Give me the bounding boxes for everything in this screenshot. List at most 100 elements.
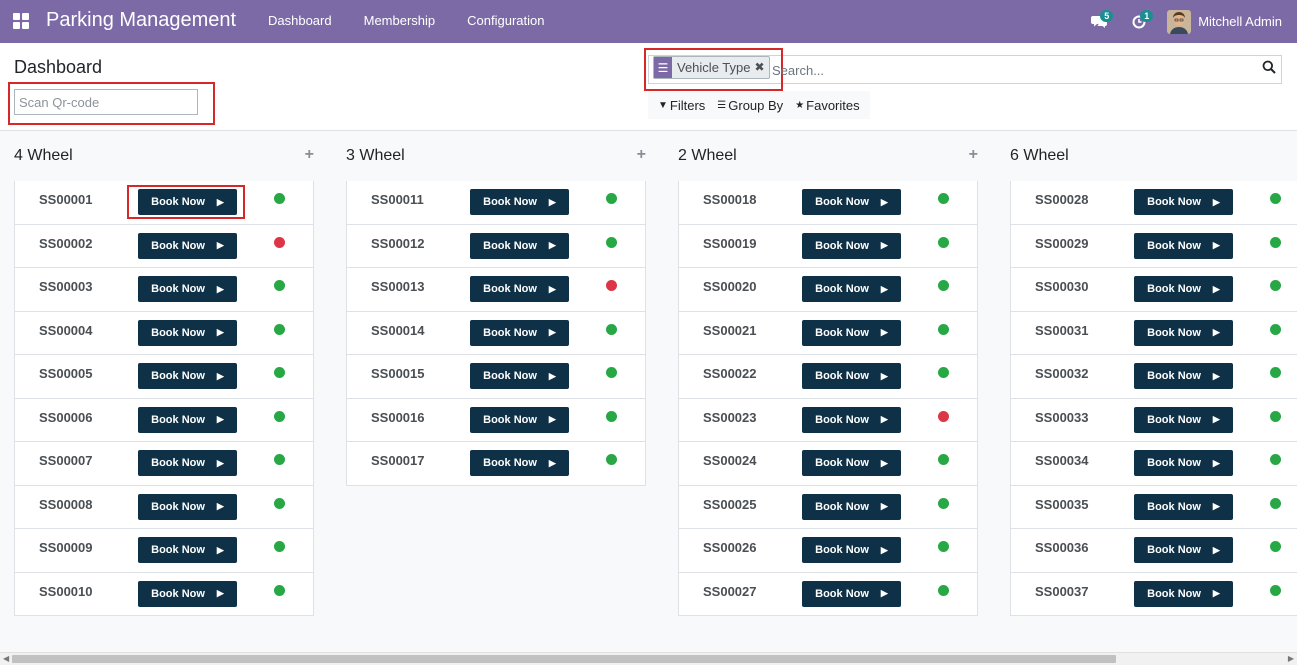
- slot-card[interactable]: SS00026 Book Now ▶: [678, 529, 978, 573]
- book-now-button[interactable]: Book Now ▶: [1134, 406, 1233, 433]
- book-now-button[interactable]: Book Now ▶: [1134, 493, 1233, 520]
- slot-card[interactable]: SS00037 Book Now ▶: [1010, 572, 1297, 616]
- column-header: 6 Wheel+: [1010, 131, 1297, 181]
- slot-name: SS00028: [1035, 192, 1089, 207]
- slot-card[interactable]: SS00022 Book Now ▶: [678, 355, 978, 399]
- book-now-button[interactable]: Book Now ▶: [470, 232, 569, 259]
- filters-button[interactable]: ▼ Filters: [652, 91, 711, 119]
- book-now-button[interactable]: Book Now ▶: [1134, 363, 1233, 389]
- slot-card[interactable]: SS00011 Book Now ▶: [346, 181, 646, 225]
- slot-card[interactable]: SS00002 Book Now ▶: [14, 224, 314, 268]
- menu-dashboard[interactable]: Dashboard: [252, 0, 348, 43]
- book-now-button[interactable]: Book Now ▶: [802, 580, 901, 607]
- slot-card[interactable]: SS00007 Book Now ▶: [14, 442, 314, 486]
- book-now-button[interactable]: Book Now ▶: [470, 276, 569, 302]
- slot-card[interactable]: SS00023 Book Now ▶: [678, 398, 978, 442]
- book-now-button[interactable]: Book Now ▶: [470, 319, 569, 346]
- book-now-button[interactable]: Book Now ▶: [138, 319, 237, 346]
- book-now-button[interactable]: Book Now ▶: [802, 363, 901, 389]
- slot-card[interactable]: SS00003 Book Now ▶: [14, 268, 314, 312]
- book-now-button[interactable]: Book Now ▶: [1134, 537, 1233, 563]
- book-now-button[interactable]: Book Now ▶: [1134, 450, 1233, 476]
- menu-membership[interactable]: Membership: [348, 0, 452, 43]
- scroll-left-icon[interactable]: ◀: [3, 654, 9, 663]
- book-now-button[interactable]: Book Now ▶: [1134, 232, 1233, 259]
- slot-card[interactable]: SS00033 Book Now ▶: [1010, 398, 1297, 442]
- app-menu-icon[interactable]: [13, 13, 29, 29]
- book-now-button[interactable]: Book Now ▶: [802, 319, 901, 346]
- book-now-button[interactable]: Book Now ▶: [138, 450, 237, 476]
- slot-card[interactable]: SS00020 Book Now ▶: [678, 268, 978, 312]
- slot-card[interactable]: SS00004 Book Now ▶: [14, 311, 314, 355]
- slot-card[interactable]: SS00032 Book Now ▶: [1010, 355, 1297, 399]
- search-icon[interactable]: [1262, 60, 1278, 78]
- status-dot: [274, 410, 285, 422]
- slot-card[interactable]: SS00010 Book Now ▶: [14, 572, 314, 616]
- book-now-button[interactable]: Book Now ▶: [138, 232, 237, 259]
- book-now-button[interactable]: Book Now ▶: [470, 406, 569, 433]
- status-dot: [606, 280, 617, 291]
- slot-card[interactable]: SS00017 Book Now ▶: [346, 442, 646, 486]
- horizontal-scrollbar[interactable]: ◀ ▶: [0, 652, 1297, 665]
- book-now-button[interactable]: Book Now ▶: [138, 363, 237, 389]
- user-menu[interactable]: Mitchell Admin: [1159, 9, 1297, 34]
- slot-card[interactable]: SS00030 Book Now ▶: [1010, 268, 1297, 312]
- slot-card[interactable]: SS00013 Book Now ▶: [346, 268, 646, 312]
- add-icon[interactable]: +: [305, 146, 314, 164]
- book-now-button[interactable]: Book Now ▶: [802, 232, 901, 259]
- slot-card[interactable]: SS00018 Book Now ▶: [678, 181, 978, 225]
- slot-card[interactable]: SS00029 Book Now ▶: [1010, 224, 1297, 268]
- slot-card[interactable]: SS00025 Book Now ▶: [678, 485, 978, 529]
- book-now-button[interactable]: Book Now ▶: [802, 450, 901, 476]
- slot-card[interactable]: SS00009 Book Now ▶: [14, 529, 314, 573]
- book-now-button[interactable]: Book Now ▶: [1134, 189, 1233, 215]
- slot-card[interactable]: SS00028 Book Now ▶: [1010, 181, 1297, 225]
- book-now-button[interactable]: Book Now ▶: [1134, 580, 1233, 607]
- book-now-button[interactable]: Book Now ▶: [470, 450, 569, 476]
- slot-card[interactable]: SS00024 Book Now ▶: [678, 442, 978, 486]
- slot-card[interactable]: SS00012 Book Now ▶: [346, 224, 646, 268]
- slot-card[interactable]: SS00015 Book Now ▶: [346, 355, 646, 399]
- book-now-button[interactable]: Book Now ▶: [802, 276, 901, 302]
- app-title[interactable]: Parking Management: [46, 9, 236, 32]
- book-now-button[interactable]: Book Now ▶: [138, 580, 237, 607]
- qr-code-input[interactable]: [14, 89, 198, 115]
- book-now-label: Book Now: [815, 500, 869, 513]
- caret-right-icon: ▶: [880, 240, 888, 250]
- slot-card[interactable]: SS00008 Book Now ▶: [14, 485, 314, 529]
- scroll-right-icon[interactable]: ▶: [1288, 654, 1294, 663]
- slot-card[interactable]: SS00036 Book Now ▶: [1010, 529, 1297, 573]
- favorites-button[interactable]: ★ Favorites: [789, 91, 865, 119]
- slot-card[interactable]: SS00014 Book Now ▶: [346, 311, 646, 355]
- slot-card[interactable]: SS00021 Book Now ▶: [678, 311, 978, 355]
- slot-card[interactable]: SS00027 Book Now ▶: [678, 572, 978, 616]
- slot-card[interactable]: SS00005 Book Now ▶: [14, 355, 314, 399]
- scrollbar-thumb[interactable]: [12, 655, 1116, 663]
- book-now-button[interactable]: Book Now ▶: [138, 276, 237, 302]
- slot-card[interactable]: SS00034 Book Now ▶: [1010, 442, 1297, 486]
- slot-card[interactable]: SS00035 Book Now ▶: [1010, 485, 1297, 529]
- book-now-button[interactable]: Book Now ▶: [470, 189, 569, 215]
- book-now-button[interactable]: Book Now ▶: [1134, 276, 1233, 302]
- book-now-label: Book Now: [1147, 413, 1201, 426]
- slot-card[interactable]: SS00016 Book Now ▶: [346, 398, 646, 442]
- add-icon[interactable]: +: [969, 146, 978, 164]
- search-input[interactable]: [772, 59, 1252, 81]
- slot-card[interactable]: SS00031 Book Now ▶: [1010, 311, 1297, 355]
- book-now-button[interactable]: Book Now ▶: [470, 363, 569, 389]
- book-now-button[interactable]: Book Now ▶: [138, 406, 237, 433]
- slot-card[interactable]: SS00019 Book Now ▶: [678, 224, 978, 268]
- book-now-button[interactable]: Book Now ▶: [802, 189, 901, 215]
- book-now-button[interactable]: Book Now ▶: [802, 493, 901, 520]
- menu-configuration[interactable]: Configuration: [451, 0, 560, 43]
- activities-button[interactable]: 1: [1119, 0, 1159, 43]
- add-icon[interactable]: +: [637, 146, 646, 164]
- book-now-button[interactable]: Book Now ▶: [802, 537, 901, 563]
- messages-button[interactable]: 5: [1079, 0, 1119, 43]
- book-now-button[interactable]: Book Now ▶: [138, 537, 237, 563]
- book-now-button[interactable]: Book Now ▶: [1134, 319, 1233, 346]
- slot-card[interactable]: SS00006 Book Now ▶: [14, 398, 314, 442]
- group-by-button[interactable]: ☰ Group By: [711, 91, 789, 119]
- book-now-button[interactable]: Book Now ▶: [138, 493, 237, 520]
- book-now-button[interactable]: Book Now ▶: [802, 406, 901, 433]
